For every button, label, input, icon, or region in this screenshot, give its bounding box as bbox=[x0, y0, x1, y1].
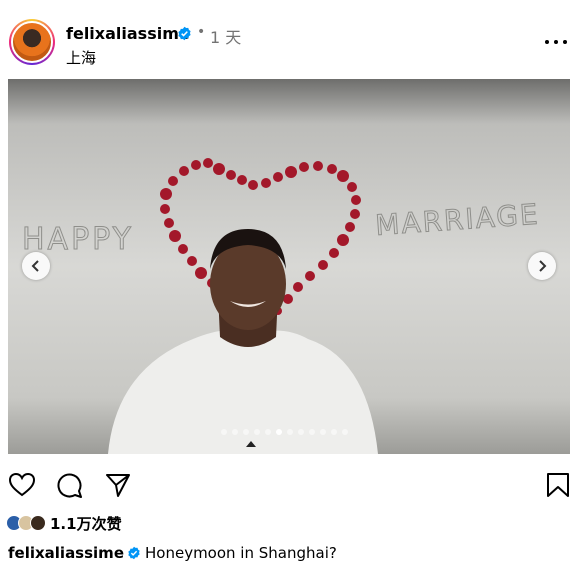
more-horizontal-icon[interactable] bbox=[545, 38, 567, 46]
carousel-dot bbox=[309, 429, 315, 435]
carousel-dot bbox=[265, 429, 271, 435]
caption-username[interactable]: felixaliassime bbox=[8, 544, 124, 562]
likes-count[interactable]: 1.1万次赞 bbox=[50, 513, 122, 534]
bookmark-icon[interactable] bbox=[544, 471, 572, 499]
caption-text: Honeymoon in Shanghai? bbox=[145, 544, 337, 562]
separator-dot: • bbox=[197, 24, 206, 40]
carousel-dot bbox=[287, 429, 293, 435]
carousel-dot bbox=[331, 429, 337, 435]
post-location[interactable]: 上海 bbox=[66, 47, 96, 68]
carousel-dot bbox=[320, 429, 326, 435]
post-time[interactable]: 1 天 bbox=[210, 24, 241, 48]
comment-icon[interactable] bbox=[56, 471, 84, 499]
verified-badge-icon bbox=[128, 546, 140, 560]
photo-scene: HAPPY MARRIAGE bbox=[22, 158, 541, 454]
carousel-dot bbox=[221, 429, 227, 435]
carousel-dot bbox=[254, 429, 260, 435]
carousel-dot bbox=[243, 429, 249, 435]
avatar[interactable] bbox=[9, 19, 55, 65]
carousel-dot bbox=[276, 429, 282, 435]
carousel-dot bbox=[298, 429, 304, 435]
photo-text-marriage: MARRIAGE bbox=[374, 198, 540, 242]
carousel-indicator bbox=[221, 429, 348, 437]
post-caption: felixaliassime Honeymoon in Shanghai? bbox=[8, 544, 337, 562]
carousel-next-button[interactable] bbox=[528, 252, 556, 280]
liker-avatar bbox=[30, 515, 46, 531]
chevron-left-icon bbox=[31, 260, 39, 272]
carousel-dot bbox=[342, 429, 348, 435]
post-header: felixaliassime • 1 天 上海 bbox=[0, 0, 581, 76]
send-icon[interactable] bbox=[104, 471, 132, 499]
post-photo[interactable]: HAPPY MARRIAGE bbox=[8, 79, 570, 454]
carousel-prev-button[interactable] bbox=[22, 252, 50, 280]
verified-badge-icon bbox=[178, 26, 191, 41]
post-username[interactable]: felixaliassime bbox=[66, 24, 190, 43]
chevron-right-icon bbox=[539, 260, 547, 272]
heart-icon[interactable] bbox=[8, 471, 36, 499]
carousel-dot bbox=[232, 429, 238, 435]
avatar-image bbox=[11, 21, 53, 63]
